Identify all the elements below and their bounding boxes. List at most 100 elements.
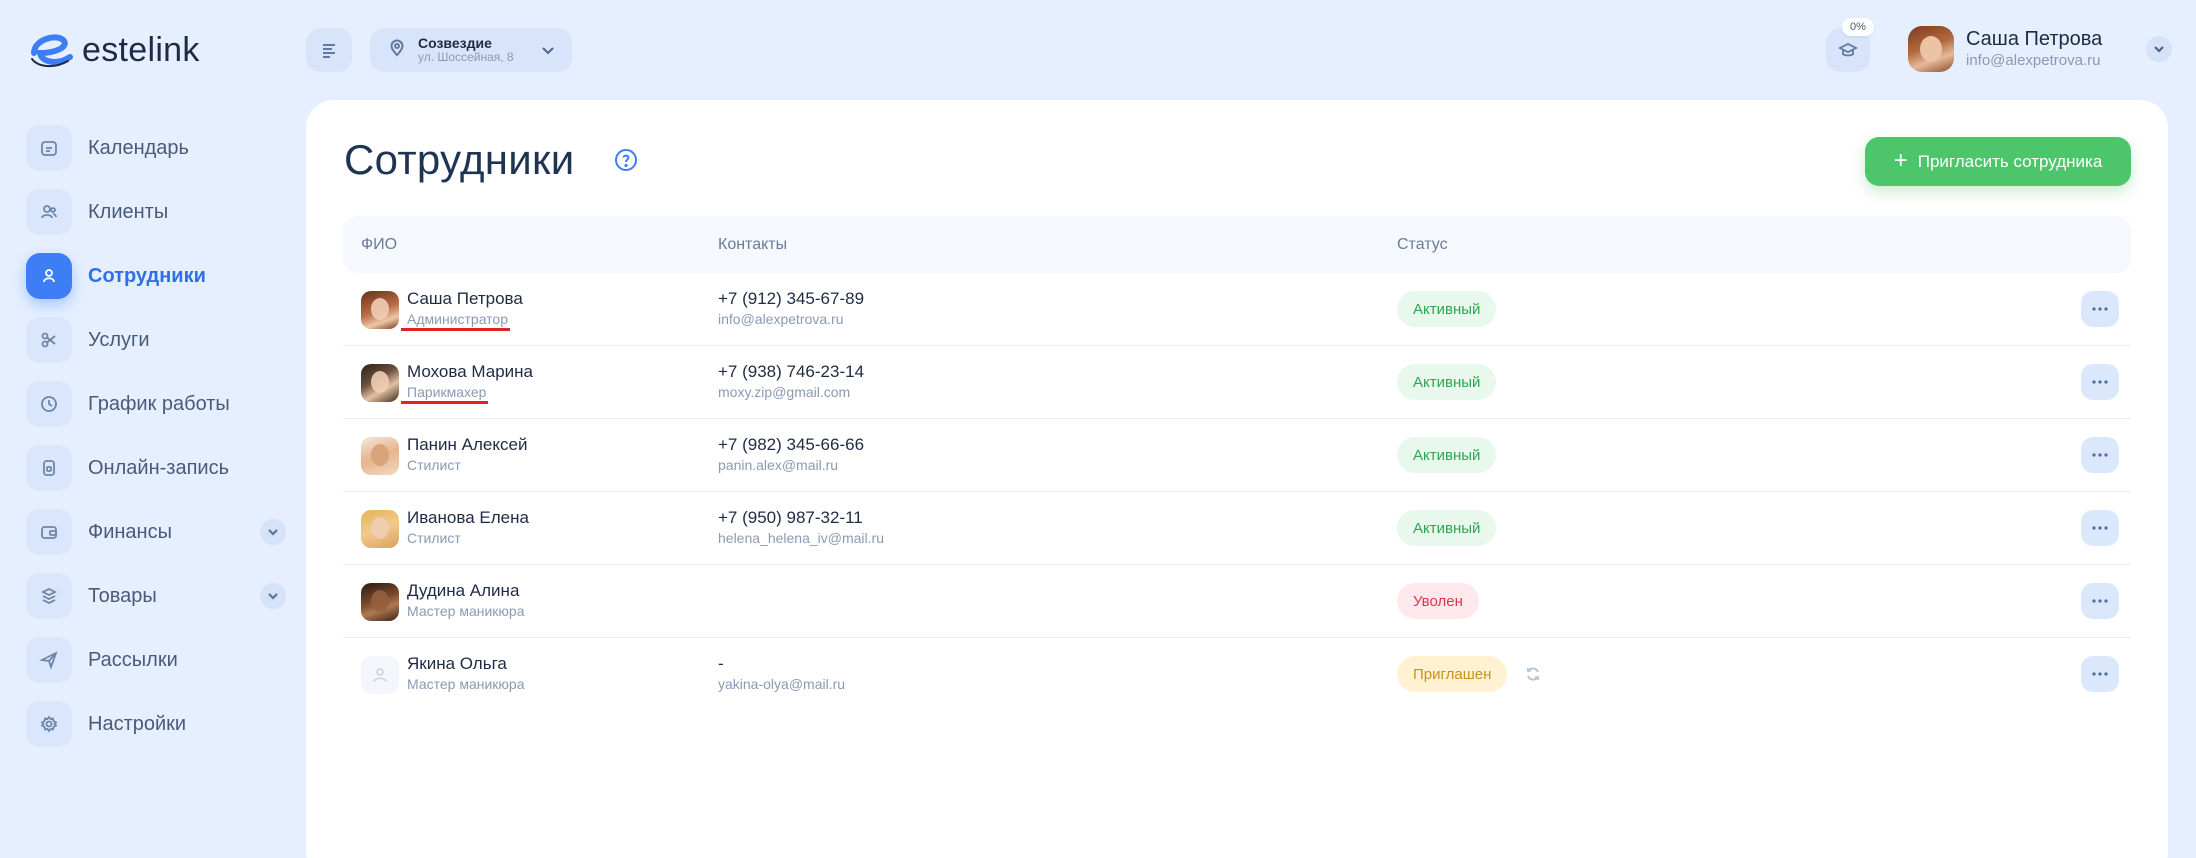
phone-icon [26,445,72,491]
plus-icon: + [1893,146,1908,174]
chevron-down-icon[interactable] [260,583,286,609]
table-header: ФИО Контакты Статус [343,216,2131,273]
sidebar-item-label: Настройки [88,712,187,735]
sidebar-item-label: Товары [88,584,157,607]
chevron-down-icon[interactable] [260,519,286,545]
more-actions-button[interactable] [2081,656,2119,692]
more-actions-button[interactable] [2081,510,2119,546]
location-name: Созвездие [418,35,492,52]
sidebar-item-employees[interactable]: Сотрудники [26,244,286,308]
sidebar-item-clients[interactable]: Клиенты [26,180,286,244]
more-actions-button[interactable] [2081,583,2119,619]
table-row[interactable]: Саша Петрова Администратор +7 (912) 345-… [343,273,2131,346]
status-badge: Активный [1397,364,1497,400]
more-actions-button[interactable] [2081,364,2119,400]
scissors-icon [26,317,72,363]
status-badge: Активный [1397,291,1497,327]
invite-employee-button[interactable]: + Пригласить сотрудника [1865,137,2131,186]
employee-phone: +7 (938) 746-23-14 [718,362,865,381]
employee-role: Стилист [407,530,461,546]
chevron-down-icon[interactable] [2146,36,2172,62]
avatar [361,437,399,475]
sidebar-item-online-booking[interactable]: Онлайн-запись [26,436,286,500]
employee-role: Стилист [407,457,461,473]
sidebar-item-services[interactable]: Услуги [26,308,286,372]
sidebar-item-label: График работы [88,392,230,415]
sidebar-item-calendar[interactable]: Календарь [26,116,286,180]
sidebar-item-label: Онлайн-запись [88,456,229,479]
employee-email: yakina-olya@mail.ru [718,676,846,692]
employee-email: moxy.zip@gmail.com [718,384,851,400]
employee-name: Якина Ольга [407,654,507,673]
employee-name: Панин Алексей [407,435,528,454]
more-icon [2092,380,2108,384]
more-icon [2092,453,2108,457]
page-title: Сотрудники [344,136,575,183]
user-profile[interactable]: Саша Петрова info@alexpetrova.ru [1908,26,2102,72]
table-row[interactable]: Иванова Елена Стилист +7 (950) 987-32-11… [343,492,2131,565]
sidebar-item-settings[interactable]: Настройки [26,692,286,756]
employee-role: Мастер маникюра [407,603,525,619]
table-row[interactable]: Дудина Алина Мастер маникюра Уволен [343,565,2131,638]
employee-phone: +7 (912) 345-67-89 [718,289,865,308]
resend-invite-icon[interactable] [1525,666,1541,687]
logo[interactable]: estelink [28,28,200,72]
sidebar-item-finance[interactable]: Финансы [26,500,286,564]
sidebar-item-schedule[interactable]: График работы [26,372,286,436]
sidebar-item-label: Клиенты [88,200,169,223]
employee-name: Дудина Алина [407,581,520,600]
sidebar-item-label: Услуги [88,328,150,351]
progress-badge: 0% [1842,18,1874,36]
more-actions-button[interactable] [2081,291,2119,327]
sidebar-item-label: Календарь [88,136,189,159]
avatar [361,291,399,329]
employee-name: Саша Петрова [407,289,523,308]
column-header-status: Статус [1397,235,1448,253]
more-icon [2092,672,2108,676]
location-selector[interactable]: Созвездие ул. Шоссейная, 8 [370,28,572,72]
column-header-name: ФИО [361,235,398,253]
help-icon[interactable] [614,148,638,172]
employee-email: helena_helena_iv@mail.ru [718,530,884,546]
avatar [1908,26,1954,72]
logo-icon [31,34,73,67]
graduation-cap-icon [1838,42,1858,57]
location-pin-icon [388,39,406,62]
main-content: Сотрудники + Пригласить сотрудника ФИО К… [306,100,2168,858]
wallet-icon [26,509,72,555]
employee-phone: - [718,654,724,673]
avatar-placeholder-icon [361,656,399,694]
clients-icon [26,189,72,235]
sidebar-item-mailings[interactable]: Рассылки [26,628,286,692]
employee-icon [26,253,72,299]
more-icon [2092,526,2108,530]
sidebar-item-products[interactable]: Товары [26,564,286,628]
status-badge: Приглашен [1397,656,1508,692]
sidebar-item-label: Сотрудники [88,264,206,287]
table-row[interactable]: Панин Алексей Стилист +7 (982) 345-66-66… [343,419,2131,492]
user-email: info@alexpetrova.ru [1966,52,2101,70]
status-badge: Уволен [1397,583,1479,619]
more-actions-button[interactable] [2081,437,2119,473]
logo-text: estelink [82,30,200,69]
sidebar-item-label: Рассылки [88,648,178,671]
employee-email: info@alexpetrova.ru [718,311,844,327]
employee-email: panin.alex@mail.ru [718,457,839,473]
employees-table: ФИО Контакты Статус Саша Петрова Админис… [343,216,2131,711]
avatar [361,583,399,621]
sidebar: Календарь Клиенты Сотрудники Услуги Граф… [26,116,286,756]
menu-icon [323,44,335,58]
avatar [361,364,399,402]
employee-role: Парикмахер [401,384,489,404]
employee-phone: +7 (950) 987-32-11 [718,508,863,527]
location-address: ул. Шоссейная, 8 [418,50,514,65]
table-row[interactable]: Мохова Марина Парикмахер +7 (938) 746-23… [343,346,2131,419]
user-name: Саша Петрова [1966,28,2103,51]
table-row[interactable]: Якина Ольга Мастер маникюра - yakina-oly… [343,638,2131,711]
column-header-contacts: Контакты [718,235,788,253]
employee-role: Администратор [401,311,511,331]
menu-toggle-button[interactable] [306,28,352,72]
send-icon [26,637,72,683]
products-icon [26,573,72,619]
employee-role: Мастер маникюра [407,676,525,692]
